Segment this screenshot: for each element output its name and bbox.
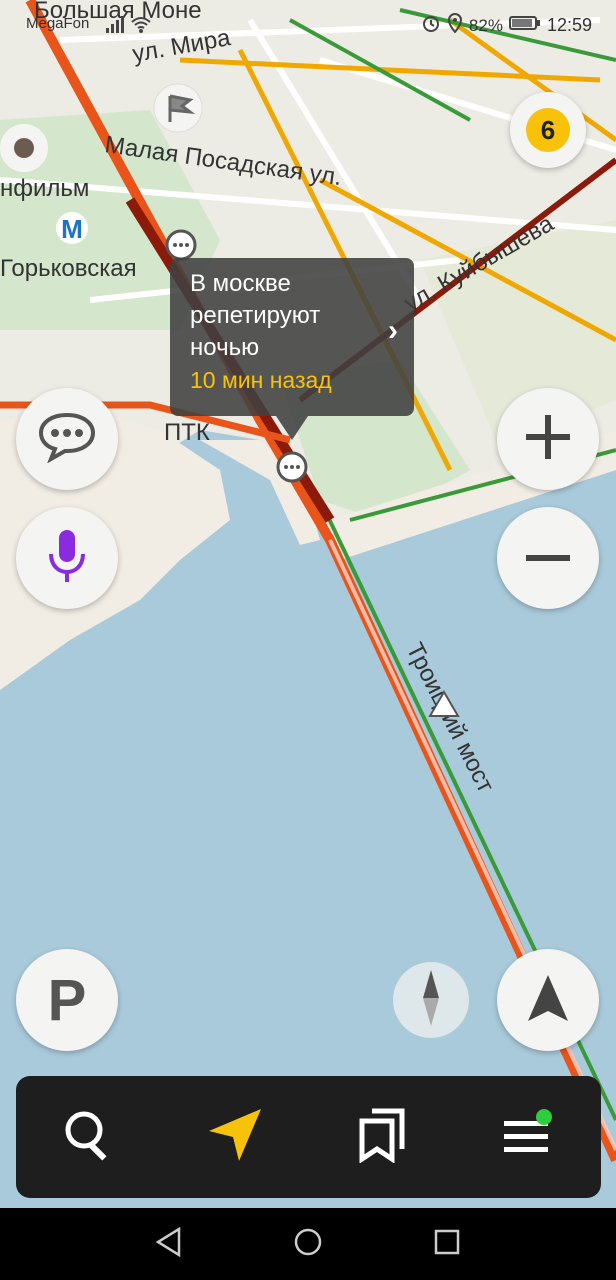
road-events-chat-button[interactable] xyxy=(16,388,118,490)
chat-bubble-icon xyxy=(37,411,97,468)
parking-label: P xyxy=(47,967,87,1033)
voice-assistant-button[interactable] xyxy=(16,507,118,609)
alarm-icon xyxy=(421,13,441,38)
poi-marker-icon[interactable] xyxy=(0,124,48,172)
zoom-in-button[interactable] xyxy=(497,388,599,490)
compass-icon xyxy=(419,968,443,1033)
search-icon xyxy=(63,1109,115,1166)
navigator-tab[interactable] xyxy=(195,1097,275,1177)
carrier-name: MegaFon xyxy=(26,15,90,32)
app-screen: Большая Моне ул. Мира Малая Посадская ул… xyxy=(0,0,616,1280)
menu-icon xyxy=(502,1108,554,1166)
traffic-score: 6 xyxy=(526,108,570,152)
my-location-button[interactable] xyxy=(497,949,599,1051)
menu-tab[interactable] xyxy=(488,1097,568,1177)
place-label-ptk: ПТК xyxy=(164,419,210,446)
system-nav-bar xyxy=(0,1208,616,1280)
road-event-bubble-icon[interactable] xyxy=(165,229,197,261)
clock: 12:59 xyxy=(546,15,592,35)
home-icon[interactable] xyxy=(293,1227,323,1262)
search-tab[interactable] xyxy=(49,1097,129,1177)
bottom-tab-bar xyxy=(16,1076,601,1198)
place-label-lenfilm: нфильм xyxy=(0,175,89,202)
back-icon[interactable] xyxy=(155,1226,183,1262)
road-event-popup[interactable]: В москве репетируют ночью 10 мин назад › xyxy=(170,258,414,440)
svg-text:M: M xyxy=(61,214,83,244)
microphone-icon xyxy=(47,526,87,591)
chevron-right-icon: › xyxy=(388,314,398,347)
parking-button[interactable]: P xyxy=(16,949,118,1051)
plus-icon xyxy=(524,413,572,466)
status-bar: MegaFon 82% 12:59 xyxy=(0,0,616,48)
my-location-arrow-icon xyxy=(526,973,570,1028)
bookmarks-tab[interactable] xyxy=(342,1097,422,1177)
location-pin-icon xyxy=(447,13,463,38)
zoom-out-button[interactable] xyxy=(497,507,599,609)
popup-tail xyxy=(276,416,308,440)
minus-icon xyxy=(524,549,572,567)
road-event-time: 10 мин назад xyxy=(190,367,332,393)
road-event-message: В москве репетируют ночью xyxy=(190,270,321,361)
recents-icon[interactable] xyxy=(433,1228,461,1261)
metro-icon: M xyxy=(56,212,88,244)
signal-wifi-icons xyxy=(106,14,152,39)
battery-percent: 82% xyxy=(468,15,503,35)
traffic-score-button[interactable]: 6 xyxy=(510,92,586,168)
compass-button[interactable] xyxy=(393,962,469,1038)
flag-pin-icon[interactable] xyxy=(153,83,203,133)
battery-icon xyxy=(508,15,541,36)
metro-label-gorkovskaya: Горьковская xyxy=(0,255,137,282)
bookmarks-icon xyxy=(358,1107,406,1168)
road-event-bubble-icon[interactable] xyxy=(276,451,308,483)
navigation-arrow-icon xyxy=(207,1107,263,1168)
